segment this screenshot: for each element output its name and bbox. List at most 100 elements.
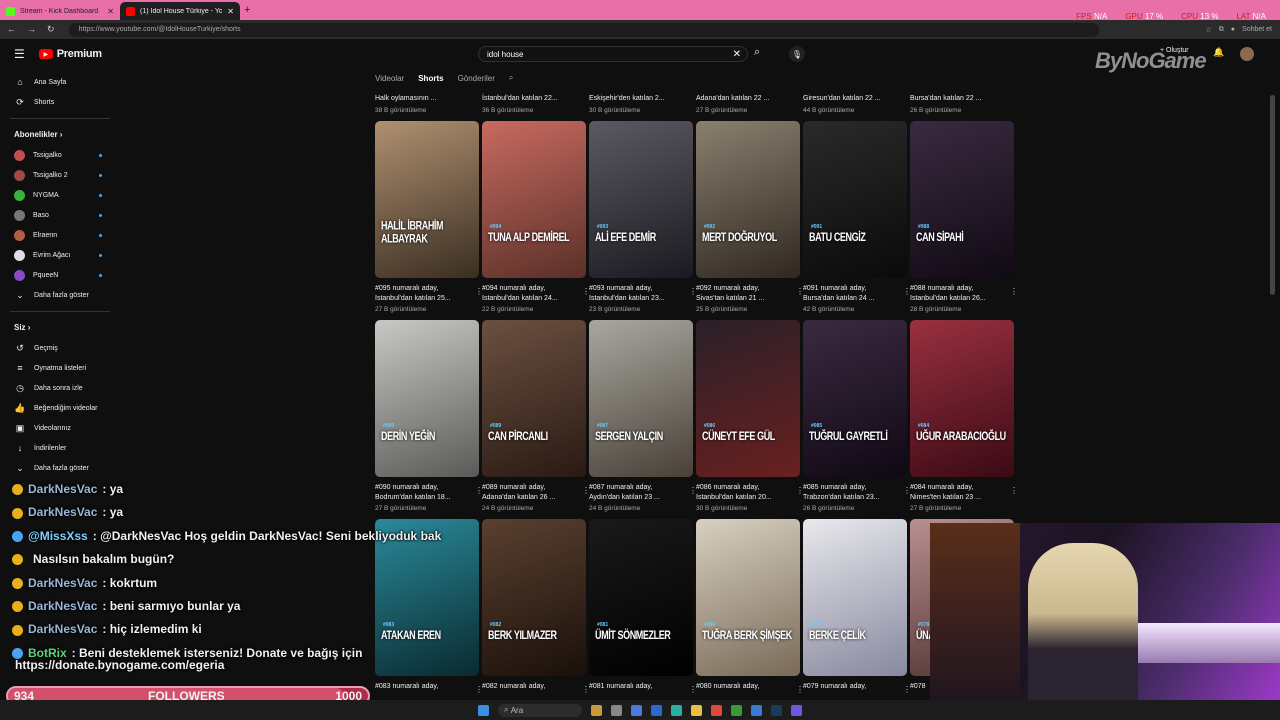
sidebar-item-sub[interactable]: Tssigalko xyxy=(0,145,118,165)
more-options-icon[interactable]: ⋮ xyxy=(1010,486,1018,495)
short-title-line2: İstanbul'dan katılan 26... xyxy=(910,295,986,302)
short-title-line2: İstanbul'dan katılan 23... xyxy=(589,295,665,302)
short-title: #085 numaralı aday, xyxy=(803,484,867,491)
notifications-bell-icon[interactable]: 🔔 xyxy=(1213,47,1224,58)
taskbar-search[interactable]: ⌕ Ara xyxy=(498,703,582,717)
sidebar-item-you[interactable]: ↺ Geçmiş xyxy=(0,338,118,358)
short-card[interactable]: #082 BERK YILMAZER ⋮ #082 numaralı aday, xyxy=(482,519,590,694)
sidebar-item-you[interactable]: ◷ Daha sonra izle xyxy=(0,378,118,398)
steam-icon[interactable] xyxy=(771,704,782,716)
scrollbar[interactable] xyxy=(1270,95,1275,295)
short-card[interactable]: #088 CAN SİPAHİ ⋮ #088 numaralı aday, İstanb… xyxy=(910,121,1018,313)
windows-start-icon[interactable] xyxy=(478,704,489,716)
app-icon[interactable] xyxy=(751,704,762,716)
sidebar-item-sub[interactable]: PqueeN xyxy=(0,265,118,285)
sidebar-item-you[interactable]: ≡ Oynatma listeleri xyxy=(0,358,118,378)
sidebar-item-sub[interactable]: Elraenn xyxy=(0,225,118,245)
settings-icon[interactable] xyxy=(611,704,622,716)
explorer-icon[interactable] xyxy=(691,704,702,716)
short-thumbnail[interactable]: #086 CÜNEYT EFE GÜL xyxy=(696,320,800,477)
subscriptions-heading[interactable]: Abonelikler › xyxy=(0,123,118,145)
short-thumbnail[interactable]: #095 HALİL İBRAHİM ALBAYRAK xyxy=(375,121,479,278)
sidebar-item-you[interactable]: 👍 Beğendiğim videolar xyxy=(0,398,118,418)
short-card[interactable]: #089 CAN PİRCANLI ⋮ #089 numaralı aday, Adan… xyxy=(482,320,590,512)
short-card-top[interactable]: Giresun'dan katılan 22 ... 44 B görüntüle… xyxy=(803,94,907,116)
short-thumbnail[interactable]: #090 DERİN YEĞİN xyxy=(375,320,479,477)
short-card[interactable]: #084 UĞUR ARABACIOĞLU ⋮ #084 numaralı aday,… xyxy=(910,320,1018,512)
sidebar-item-sub[interactable]: Tssigalko 2 xyxy=(0,165,118,185)
you-heading[interactable]: Siz › xyxy=(0,316,118,338)
short-card[interactable]: #086 CÜNEYT EFE GÜL ⋮ #086 numaralı aday, İs… xyxy=(696,320,804,512)
short-thumbnail[interactable]: #092 MERT DOĞRUYOL xyxy=(696,121,800,278)
short-card[interactable]: #095 HALİL İBRAHİM ALBAYRAK ⋮ #095 numaralı… xyxy=(375,121,483,313)
short-thumbnail[interactable]: #089 CAN PİRCANLI xyxy=(482,320,586,477)
more-options-icon[interactable]: ⋮ xyxy=(1010,287,1018,296)
like-icon: 👍 xyxy=(14,402,26,413)
candidate-number: #079 xyxy=(811,622,823,628)
sidebar-item-you[interactable]: ▣ Videolarınız xyxy=(0,418,118,438)
xbox-icon[interactable] xyxy=(731,704,742,716)
discord-icon[interactable] xyxy=(791,704,802,716)
short-thumbnail[interactable]: #091 BATU CENGİZ xyxy=(803,121,907,278)
short-title-line2: Bursa'dan katılan 24 ... xyxy=(803,295,875,302)
new-tab-button[interactable]: + xyxy=(244,4,250,16)
short-card[interactable]: #094 TUNA ALP DEMİREL ⋮ #094 numaralı aday,… xyxy=(482,121,590,313)
widgets-icon[interactable] xyxy=(591,704,602,716)
hamburger-menu-icon[interactable]: ☰ xyxy=(14,47,25,61)
short-card[interactable]: #081 ÜMİT SÖNMEZLER ⋮ #081 numaralı aday, xyxy=(589,519,697,694)
close-icon[interactable]: ✕ xyxy=(227,7,234,16)
edge-icon[interactable] xyxy=(671,704,682,716)
chat-button[interactable]: Sohbet et xyxy=(1242,26,1272,33)
extensions-icon[interactable]: ⧉ xyxy=(1219,26,1224,34)
reload-icon[interactable]: ↻ xyxy=(47,24,55,35)
show-more-subs[interactable]: ⌄ Daha fazla göster xyxy=(0,285,118,305)
chat-badge-icon xyxy=(12,484,23,496)
sidebar-item-home[interactable]: ⌂ Ana Sayfa xyxy=(0,72,118,92)
short-card[interactable]: #093 ALİ EFE DEMİR ⋮ #093 numaralı aday, İst… xyxy=(589,121,697,313)
short-card[interactable]: #080 TUĞRA BERK ŞİMŞEK ⋮ #080 numaralı aday… xyxy=(696,519,804,694)
short-card[interactable]: #079 BERKE ÇELİK ⋮ #079 numaralı aday, xyxy=(803,519,911,694)
sidebar-item-sub[interactable]: Baso xyxy=(0,205,118,225)
short-card-top[interactable]: Bursa'dan katılan 22 ... 26 B görüntüleme xyxy=(910,94,1014,116)
short-thumbnail[interactable]: #093 ALİ EFE DEMİR xyxy=(589,121,693,278)
sidebar-item-you[interactable]: ⌄ Daha fazla göster xyxy=(0,458,118,478)
sidebar-item-sub[interactable]: Evrim Ağacı xyxy=(0,245,118,265)
chrome-icon[interactable] xyxy=(711,704,722,716)
short-thumbnail[interactable]: #079 BERKE ÇELİK xyxy=(803,519,907,676)
short-card[interactable]: #091 BATU CENGİZ ⋮ #091 numaralı aday, Bursa… xyxy=(803,121,911,313)
copilot-icon[interactable] xyxy=(631,704,642,716)
browser-tab-kick[interactable]: Stream - Kick Dashboard ✕ xyxy=(0,2,120,20)
short-thumbnail[interactable]: #080 TUĞRA BERK ŞİMŞEK xyxy=(696,519,800,676)
back-icon[interactable]: ← xyxy=(7,24,16,35)
short-card[interactable]: #087 SERGEN YALÇIN ⋮ #087 numaralı aday, Ayd… xyxy=(589,320,697,512)
short-card[interactable]: #085 TUĞRUL GAYRETLİ ⋮ #085 numaralı aday, T… xyxy=(803,320,911,512)
divider xyxy=(10,311,110,312)
short-title: #079 numaralı aday, xyxy=(803,683,867,690)
short-views: 25 B görüntüleme xyxy=(696,306,748,313)
short-card-top[interactable]: Adana'dan katılan 22 ... 27 B görüntüleme xyxy=(696,94,800,116)
youtube-favicon-icon xyxy=(126,6,135,16)
close-icon[interactable]: ✕ xyxy=(107,7,114,16)
short-thumbnail[interactable]: #085 TUĞRUL GAYRETLİ xyxy=(803,320,907,477)
profile-icon[interactable]: ● xyxy=(1231,26,1235,33)
short-thumbnail[interactable]: #081 ÜMİT SÖNMEZLER xyxy=(589,519,693,676)
sidebar-item-shorts[interactable]: ⟳ Shorts xyxy=(0,92,118,112)
short-card[interactable]: #092 MERT DOĞRUYOL ⋮ #092 numaralı aday, Siv… xyxy=(696,121,804,313)
short-thumbnail[interactable]: #087 SERGEN YALÇIN xyxy=(589,320,693,477)
short-title: İstanbul'dan katılan 22... xyxy=(482,95,558,102)
short-thumbnail[interactable]: #094 TUNA ALP DEMİREL xyxy=(482,121,586,278)
sidebar-item-sub[interactable]: NYGMA xyxy=(0,185,118,205)
browser-tab-youtube[interactable]: (1) Idol House Türkiye - YouTube ✕ xyxy=(120,2,240,20)
youtube-logo[interactable]: ▶ Premium xyxy=(38,48,102,60)
short-card-top[interactable]: Eskişehir'den katılan 2... 30 B görüntüle… xyxy=(589,94,693,116)
sidebar-item-you[interactable]: ↓ İndirilenler xyxy=(0,438,118,458)
store-icon[interactable] xyxy=(651,704,662,716)
short-card-top[interactable]: Halk oylamasının ... 38 B görüntüleme xyxy=(375,94,479,116)
forward-icon[interactable]: → xyxy=(27,24,36,35)
short-thumbnail[interactable]: #082 BERK YILMAZER xyxy=(482,519,586,676)
avatar[interactable] xyxy=(1240,47,1254,61)
short-thumbnail[interactable]: #088 CAN SİPAHİ xyxy=(910,121,1014,278)
bookmark-icon[interactable]: ☆ xyxy=(1206,26,1212,34)
short-thumbnail[interactable]: #084 UĞUR ARABACIOĞLU xyxy=(910,320,1014,477)
short-card-top[interactable]: İstanbul'dan katılan 22... 36 B görüntüle… xyxy=(482,94,586,116)
